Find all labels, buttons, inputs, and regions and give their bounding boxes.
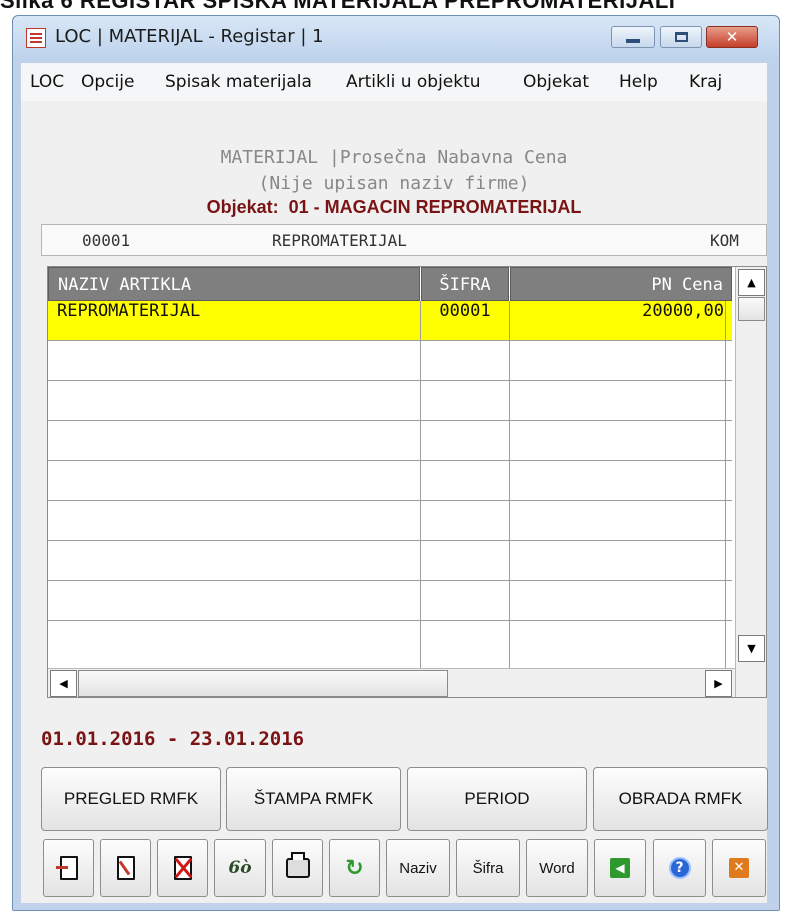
cell-sifra: 00001 xyxy=(439,301,491,321)
back-arrow-icon: ◀ xyxy=(610,858,630,878)
minimize-icon xyxy=(626,39,640,43)
menu-opcije[interactable]: Opcije xyxy=(81,72,134,92)
horizontal-scroll-thumb[interactable] xyxy=(78,670,448,697)
maximize-button[interactable] xyxy=(660,26,702,48)
print-button[interactable] xyxy=(272,839,323,897)
new-document-icon xyxy=(55,856,78,880)
view-glasses-icon: 6ò xyxy=(228,858,252,878)
column-header-pn-cena[interactable]: PN Cena xyxy=(510,267,732,301)
arrow-down-icon: ▼ xyxy=(747,642,756,655)
column-divider xyxy=(420,301,421,697)
stampa-rmfk-button[interactable]: ŠTAMPA RMFK xyxy=(226,767,401,831)
menu-help[interactable]: Help xyxy=(619,72,658,92)
new-button[interactable] xyxy=(43,839,94,897)
refresh-button[interactable]: ↻ xyxy=(329,839,380,897)
table-row[interactable]: REPROMATERIJAL 00001 20000,00 xyxy=(48,301,732,341)
print-icon xyxy=(285,852,310,878)
menu-objekat[interactable]: Objekat xyxy=(523,72,589,92)
delete-document-icon xyxy=(173,856,192,880)
table-row-empty[interactable] xyxy=(48,421,732,461)
report-title: MATERIJAL |Prosečna Nabavna Cena xyxy=(220,147,568,168)
period-button[interactable]: PERIOD xyxy=(407,767,587,831)
date-range-label: 01.01.2016 - 23.01.2016 xyxy=(41,728,305,750)
scroll-left-button[interactable]: ◀ xyxy=(50,670,77,697)
table-row-empty[interactable] xyxy=(48,501,732,541)
menu-artikli-u-objektu[interactable]: Artikli u objektu xyxy=(346,72,481,92)
cell-pn-cena: 20000,00 xyxy=(642,301,724,321)
column-divider xyxy=(509,301,510,697)
horizontal-scrollbar[interactable]: ◀ ▶ xyxy=(48,668,735,697)
sort-sifra-button[interactable]: Šifra xyxy=(456,839,520,897)
materials-grid[interactable]: NAZIV ARTIKLA ŠIFRA PN Cena REPROMATERIJ… xyxy=(47,266,767,698)
refresh-icon: ↻ xyxy=(345,855,364,881)
scroll-up-button[interactable]: ▲ xyxy=(738,269,765,296)
sort-naziv-button[interactable]: Naziv xyxy=(386,839,450,897)
exit-button[interactable]: ✕ xyxy=(712,839,766,897)
item-name: REPROMATERIJAL xyxy=(272,231,407,250)
arrow-right-icon: ▶ xyxy=(714,677,723,690)
close-button[interactable]: ✕ xyxy=(706,26,758,48)
item-unit: KOM xyxy=(710,231,739,250)
pregled-rmfk-button[interactable]: PREGLED RMFK xyxy=(41,767,221,831)
item-code: 00001 xyxy=(82,231,131,250)
table-row-empty[interactable] xyxy=(48,341,732,381)
scroll-down-button[interactable]: ▼ xyxy=(738,635,765,662)
help-icon: ? xyxy=(668,857,691,879)
word-export-button[interactable]: Word xyxy=(526,839,588,897)
column-header-sifra[interactable]: ŠIFRA xyxy=(421,267,509,301)
table-row-empty[interactable] xyxy=(48,381,732,421)
page-caption: Slika 6 REGISTAR SPISKA MATERIJALA PREPR… xyxy=(0,0,676,13)
close-icon: ✕ xyxy=(725,28,739,46)
window-title: LOC | MATERIJAL - Registar | 1 xyxy=(55,26,324,47)
maximize-icon xyxy=(674,32,688,42)
warehouse-label: Objekat: 01 - MAGACIN REPROMATERIJAL xyxy=(206,197,582,217)
app-icon[interactable] xyxy=(26,28,46,48)
selected-item-bar: 00001 REPROMATERIJAL KOM xyxy=(41,224,767,256)
menu-kraj[interactable]: Kraj xyxy=(689,72,722,92)
table-row-empty[interactable] xyxy=(48,461,732,501)
edit-button[interactable] xyxy=(100,839,151,897)
menu-loc[interactable]: LOC xyxy=(30,72,64,92)
delete-button[interactable] xyxy=(157,839,208,897)
table-row-empty[interactable] xyxy=(48,541,732,581)
menu-spisak-materijala[interactable]: Spisak materijala xyxy=(165,72,312,92)
scroll-right-button[interactable]: ▶ xyxy=(705,670,732,697)
cell-naziv: REPROMATERIJAL xyxy=(57,301,201,321)
table-row-empty[interactable] xyxy=(48,581,732,621)
minimize-button[interactable] xyxy=(611,26,655,48)
view-button[interactable]: 6ò xyxy=(214,839,266,897)
title-bar[interactable]: LOC | MATERIJAL - Registar | 1 ✕ xyxy=(13,16,779,60)
back-button[interactable]: ◀ xyxy=(594,839,646,897)
arrow-up-icon: ▲ xyxy=(747,276,756,289)
column-header-naziv[interactable]: NAZIV ARTIKLA xyxy=(48,267,420,301)
vertical-scrollbar[interactable]: ▲ ▼ xyxy=(735,267,766,697)
client-area: MATERIJAL |Prosečna Nabavna Cena (Nije u… xyxy=(21,101,768,903)
app-window: LOC | MATERIJAL - Registar | 1 ✕ LOC Opc… xyxy=(12,15,780,911)
edit-document-icon xyxy=(116,856,135,880)
column-divider xyxy=(725,301,726,697)
menu-bar: LOC Opcije Spisak materijala Artikli u o… xyxy=(21,63,767,101)
help-button[interactable]: ? xyxy=(653,839,706,897)
arrow-left-icon: ◀ xyxy=(59,677,68,690)
vertical-scroll-thumb[interactable] xyxy=(738,297,765,321)
exit-icon: ✕ xyxy=(729,858,749,878)
company-name: (Nije upisan naziv firme) xyxy=(258,173,530,194)
obrada-rmfk-button[interactable]: OBRADA RMFK xyxy=(593,767,768,831)
